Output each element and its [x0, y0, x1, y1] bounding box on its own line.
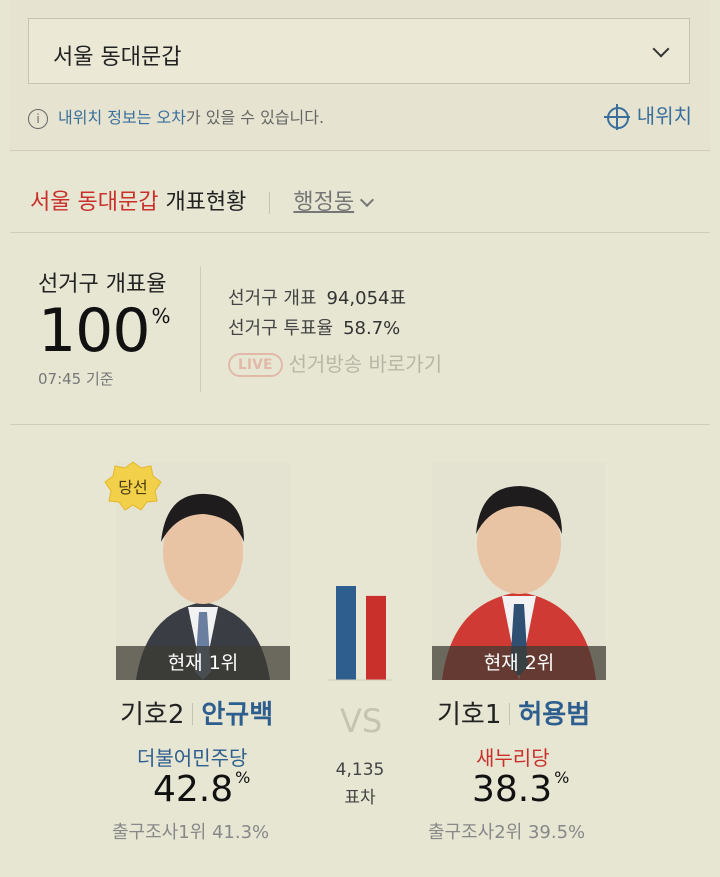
turnout-label: 선거구 투표율 — [228, 318, 334, 339]
my-location-label: 내위치 — [636, 104, 692, 128]
candidate-name-1: 안규백 — [201, 700, 274, 730]
chevron-down-icon — [360, 192, 375, 208]
versus-label: VS — [340, 702, 383, 740]
candidate-photo-2: 현재 2위 — [432, 462, 606, 680]
counted-value: 94,054표 — [326, 288, 407, 309]
info-icon: i — [28, 108, 48, 129]
candidate-title-1: 기호2 안규백 — [120, 694, 273, 731]
count-rate-unit: % — [151, 304, 171, 328]
candidate-vote-pct-1: 42.8% — [153, 768, 250, 810]
notice-rest: 가 있을 수 있습니다. — [185, 108, 325, 127]
separator — [509, 703, 511, 725]
rank-label-2: 현재 2위 — [432, 646, 606, 680]
candidate-exit-poll-1: 출구조사1위 41.3% — [112, 822, 270, 843]
vote-pct-unit-2: % — [554, 768, 570, 787]
count-rate-value: 100% — [38, 296, 171, 366]
count-rate-label: 선거구 개표율 — [38, 272, 167, 297]
turnout-value: 58.7% — [343, 318, 401, 339]
candidate-party-1: 더불어민주당 — [137, 746, 248, 770]
region-select-value: 서울 동대문갑 — [53, 45, 182, 70]
status-title: 개표현황 — [165, 190, 247, 215]
region-select[interactable]: 서울 동대문갑 — [28, 18, 690, 84]
winner-badge-label: 당선 — [118, 478, 148, 497]
divider — [10, 232, 710, 233]
count-rate-time: 07:45 기준 — [38, 370, 114, 388]
candidate-name-2: 허용범 — [518, 700, 591, 730]
live-broadcast-link[interactable]: LIVE 선거방송 바로가기 — [228, 348, 442, 377]
vote-bar-2 — [366, 595, 386, 680]
separator — [269, 192, 271, 214]
notice-highlight: 내위치 정보는 오차 — [58, 108, 186, 127]
divider — [10, 150, 710, 151]
vote-gap-label: 표차 — [344, 788, 376, 808]
separator — [192, 703, 194, 725]
rank-label-1: 현재 1위 — [116, 646, 290, 680]
divider — [200, 266, 201, 392]
vote-pct-value-2: 38.3 — [472, 769, 553, 810]
my-location-button[interactable]: 내위치 — [603, 100, 692, 130]
vote-bar-chart — [328, 586, 392, 681]
candidate-vote-pct-2: 38.3% — [472, 768, 569, 810]
status-header: 서울 동대문갑 개표현황 행정동 — [30, 184, 375, 216]
divider — [10, 424, 710, 425]
live-link-label: 선거방송 바로가기 — [288, 352, 443, 376]
candidate-party-2: 새누리당 — [476, 746, 550, 770]
vote-pct-value-1: 42.8 — [153, 769, 234, 810]
status-region: 서울 동대문갑 — [30, 190, 159, 215]
crosshair-icon — [603, 103, 630, 130]
candidate-exit-poll-2: 출구조사2위 39.5% — [428, 822, 586, 843]
candidate-number-2: 기호1 — [437, 700, 502, 730]
turnout: 선거구 투표율 58.7% — [228, 314, 400, 340]
counted-label: 선거구 개표 — [228, 288, 317, 309]
location-notice: i 내위치 정보는 오차가 있을 수 있습니다. — [28, 104, 324, 129]
admin-dong-dropdown[interactable]: 행정동 — [293, 190, 375, 215]
candidate-number-1: 기호2 — [120, 700, 185, 730]
candidate-title-2: 기호1 허용범 — [437, 694, 590, 731]
live-badge: LIVE — [228, 353, 283, 377]
count-rate-number: 100 — [38, 296, 151, 366]
admin-dong-label: 행정동 — [293, 190, 355, 215]
vote-gap-value: 4,135 — [335, 760, 385, 780]
vote-gap: 4,135 표차 — [330, 756, 390, 812]
chevron-down-icon — [652, 40, 670, 58]
winner-badge: 당선 — [103, 460, 163, 514]
vote-bar-1 — [336, 586, 356, 680]
vote-pct-unit-1: % — [235, 768, 251, 787]
counted-votes: 선거구 개표 94,054표 — [228, 284, 406, 310]
